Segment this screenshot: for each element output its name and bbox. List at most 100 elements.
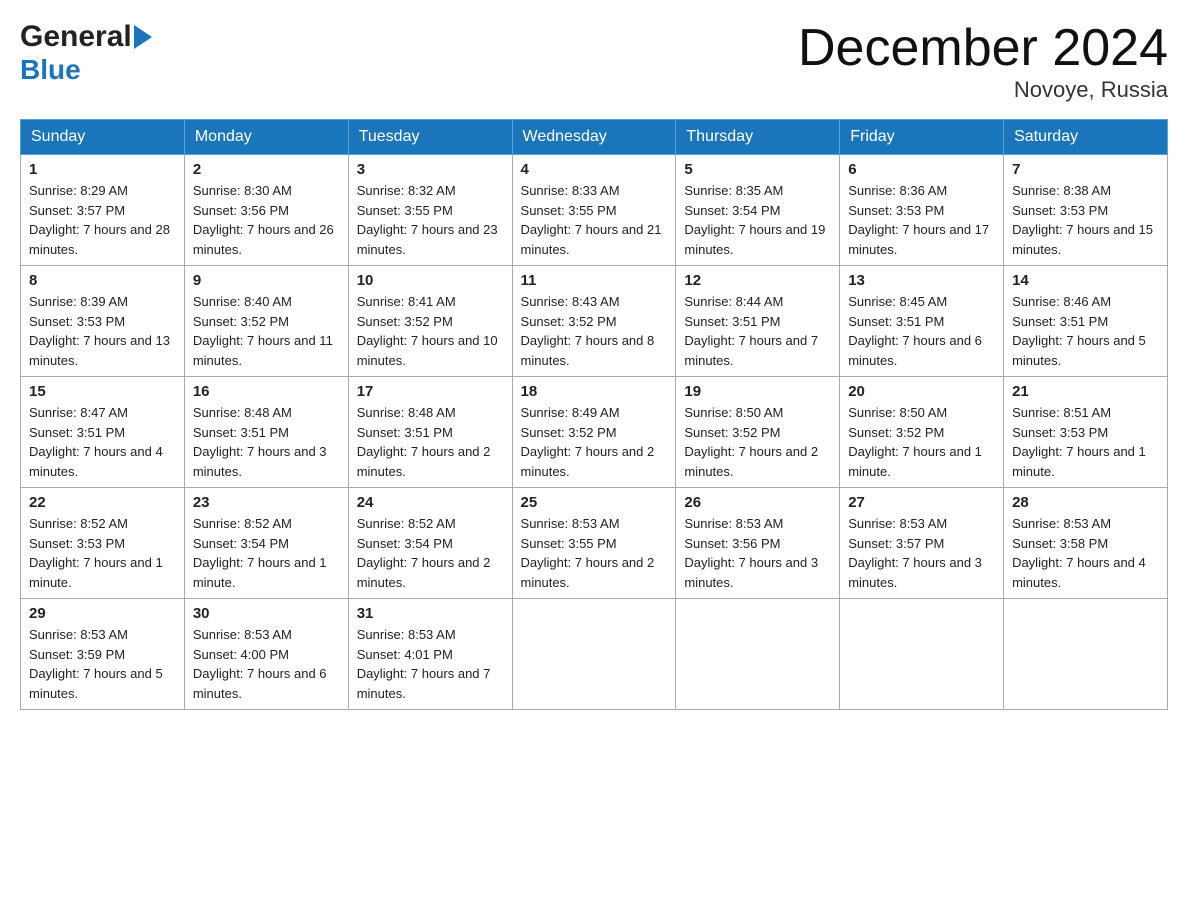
table-row: 3 Sunrise: 8:32 AMSunset: 3:55 PMDaylight… [348,155,512,266]
day-number: 1 [29,161,176,178]
day-info: Sunrise: 8:48 AMSunset: 3:51 PMDaylight:… [357,403,504,481]
table-row: 14Sunrise: 8:46 AMSunset: 3:51 PMDayligh… [1004,266,1168,377]
day-number: 15 [29,383,176,400]
day-number: 22 [29,494,176,511]
calendar-week-row: 8 Sunrise: 8:39 AMSunset: 3:53 PMDaylight… [21,266,1168,377]
table-row: 18Sunrise: 8:49 AMSunset: 3:52 PMDayligh… [512,377,676,488]
day-info: Sunrise: 8:32 AMSunset: 3:55 PMDaylight:… [357,181,504,259]
table-row: 13 Sunrise: 8:45 AMSunset: 3:51 PMDayligh… [840,266,1004,377]
day-number: 25 [521,494,668,511]
day-info: Sunrise: 8:44 AMSunset: 3:51 PMDaylight:… [684,292,831,370]
table-row: 2 Sunrise: 8:30 AMSunset: 3:56 PMDaylight… [184,155,348,266]
table-row: 31 Sunrise: 8:53 AMSunset: 4:01 PMDayligh… [348,599,512,710]
day-number: 3 [357,161,504,178]
table-row: 23Sunrise: 8:52 AMSunset: 3:54 PMDayligh… [184,488,348,599]
day-info: Sunrise: 8:39 AMSunset: 3:53 PMDaylight:… [29,292,176,370]
table-row: 19 Sunrise: 8:50 AMSunset: 3:52 PMDayligh… [676,377,840,488]
day-number: 9 [193,272,340,289]
day-info: Sunrise: 8:29 AMSunset: 3:57 PMDaylight:… [29,181,176,259]
day-info: Sunrise: 8:50 AMSunset: 3:52 PMDaylight:… [684,403,831,481]
day-info: Sunrise: 8:53 AMSunset: 3:57 PMDaylight:… [848,514,995,592]
table-row: 4 Sunrise: 8:33 AMSunset: 3:55 PMDaylight… [512,155,676,266]
table-row [676,599,840,710]
table-row: 17 Sunrise: 8:48 AMSunset: 3:51 PMDayligh… [348,377,512,488]
header-friday: Friday [840,120,1004,155]
table-row [1004,599,1168,710]
table-row: 29 Sunrise: 8:53 AMSunset: 3:59 PMDayligh… [21,599,185,710]
table-row: 5Sunrise: 8:35 AMSunset: 3:54 PMDaylight… [676,155,840,266]
page-header: General Blue December 2024 Novoye, Russi… [20,20,1168,103]
table-row: 27 Sunrise: 8:53 AMSunset: 3:57 PMDayligh… [840,488,1004,599]
table-row: 16 Sunrise: 8:48 AMSunset: 3:51 PMDayligh… [184,377,348,488]
table-row [840,599,1004,710]
day-info: Sunrise: 8:53 AMSunset: 4:01 PMDaylight:… [357,625,504,703]
table-row: 21Sunrise: 8:51 AMSunset: 3:53 PMDayligh… [1004,377,1168,488]
day-info: Sunrise: 8:33 AMSunset: 3:55 PMDaylight:… [521,181,668,259]
header-thursday: Thursday [676,120,840,155]
day-info: Sunrise: 8:45 AMSunset: 3:51 PMDaylight:… [848,292,995,370]
day-info: Sunrise: 8:53 AMSunset: 4:00 PMDaylight:… [193,625,340,703]
day-number: 11 [521,272,668,289]
calendar-week-row: 29 Sunrise: 8:53 AMSunset: 3:59 PMDayligh… [21,599,1168,710]
day-info: Sunrise: 8:49 AMSunset: 3:52 PMDaylight:… [521,403,668,481]
calendar-week-row: 1 Sunrise: 8:29 AMSunset: 3:57 PMDaylight… [21,155,1168,266]
day-number: 26 [684,494,831,511]
table-row: 6Sunrise: 8:36 AMSunset: 3:53 PMDaylight… [840,155,1004,266]
day-number: 2 [193,161,340,178]
day-info: Sunrise: 8:53 AMSunset: 3:56 PMDaylight:… [684,514,831,592]
day-info: Sunrise: 8:36 AMSunset: 3:53 PMDaylight:… [848,181,995,259]
day-number: 30 [193,605,340,622]
logo: General Blue [20,20,152,86]
day-info: Sunrise: 8:53 AMSunset: 3:59 PMDaylight:… [29,625,176,703]
location-text: Novoye, Russia [798,77,1168,103]
header-wednesday: Wednesday [512,120,676,155]
table-row: 1 Sunrise: 8:29 AMSunset: 3:57 PMDaylight… [21,155,185,266]
table-row: 7 Sunrise: 8:38 AMSunset: 3:53 PMDaylight… [1004,155,1168,266]
day-info: Sunrise: 8:43 AMSunset: 3:52 PMDaylight:… [521,292,668,370]
day-info: Sunrise: 8:38 AMSunset: 3:53 PMDaylight:… [1012,181,1159,259]
calendar-week-row: 15Sunrise: 8:47 AMSunset: 3:51 PMDayligh… [21,377,1168,488]
header-monday: Monday [184,120,348,155]
day-number: 17 [357,383,504,400]
table-row: 22 Sunrise: 8:52 AMSunset: 3:53 PMDayligh… [21,488,185,599]
table-row: 28Sunrise: 8:53 AMSunset: 3:58 PMDayligh… [1004,488,1168,599]
table-row [512,599,676,710]
month-title: December 2024 [798,20,1168,77]
day-info: Sunrise: 8:52 AMSunset: 3:53 PMDaylight:… [29,514,176,592]
logo-arrow-icon [134,25,152,49]
day-number: 12 [684,272,831,289]
logo-general-text: General [20,20,132,54]
header-tuesday: Tuesday [348,120,512,155]
title-section: December 2024 Novoye, Russia [798,20,1168,103]
day-info: Sunrise: 8:48 AMSunset: 3:51 PMDaylight:… [193,403,340,481]
table-row: 15Sunrise: 8:47 AMSunset: 3:51 PMDayligh… [21,377,185,488]
day-info: Sunrise: 8:41 AMSunset: 3:52 PMDaylight:… [357,292,504,370]
day-number: 8 [29,272,176,289]
day-number: 4 [521,161,668,178]
day-number: 7 [1012,161,1159,178]
table-row: 20 Sunrise: 8:50 AMSunset: 3:52 PMDayligh… [840,377,1004,488]
day-number: 29 [29,605,176,622]
header-saturday: Saturday [1004,120,1168,155]
day-number: 28 [1012,494,1159,511]
day-number: 19 [684,383,831,400]
day-number: 16 [193,383,340,400]
table-row: 26 Sunrise: 8:53 AMSunset: 3:56 PMDayligh… [676,488,840,599]
day-number: 20 [848,383,995,400]
day-info: Sunrise: 8:51 AMSunset: 3:53 PMDaylight:… [1012,403,1159,481]
day-info: Sunrise: 8:50 AMSunset: 3:52 PMDaylight:… [848,403,995,481]
day-number: 31 [357,605,504,622]
table-row: 11 Sunrise: 8:43 AMSunset: 3:52 PMDayligh… [512,266,676,377]
day-number: 27 [848,494,995,511]
calendar-week-row: 22 Sunrise: 8:52 AMSunset: 3:53 PMDayligh… [21,488,1168,599]
day-number: 10 [357,272,504,289]
day-info: Sunrise: 8:52 AMSunset: 3:54 PMDaylight:… [193,514,340,592]
day-info: Sunrise: 8:40 AMSunset: 3:52 PMDaylight:… [193,292,340,370]
day-info: Sunrise: 8:52 AMSunset: 3:54 PMDaylight:… [357,514,504,592]
table-row: 12 Sunrise: 8:44 AMSunset: 3:51 PMDayligh… [676,266,840,377]
table-row: 10 Sunrise: 8:41 AMSunset: 3:52 PMDayligh… [348,266,512,377]
day-info: Sunrise: 8:35 AMSunset: 3:54 PMDaylight:… [684,181,831,259]
day-info: Sunrise: 8:30 AMSunset: 3:56 PMDaylight:… [193,181,340,259]
day-number: 14 [1012,272,1159,289]
day-number: 13 [848,272,995,289]
